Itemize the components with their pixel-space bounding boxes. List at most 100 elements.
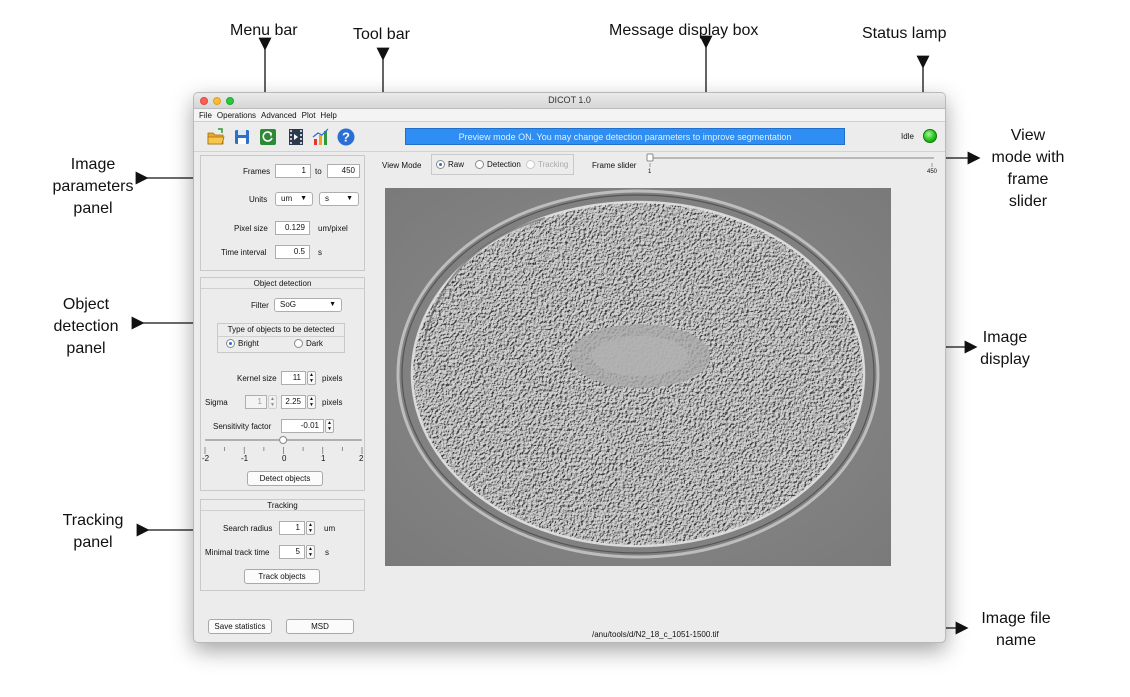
save-statistics-button[interactable]: Save statistics bbox=[208, 619, 272, 634]
pixel-size-field[interactable]: 0.129 bbox=[275, 221, 310, 235]
detect-objects-button[interactable]: Detect objects bbox=[247, 471, 323, 486]
image-display[interactable] bbox=[385, 188, 891, 566]
menu-plot[interactable]: Plot bbox=[302, 111, 316, 120]
frame-slider[interactable] bbox=[646, 153, 938, 169]
image-params-annotation: Image parameters panel bbox=[52, 156, 134, 217]
frame-slider-label: Frame slider bbox=[592, 161, 637, 170]
sigma-disabled-stepper: ▲ ▼ bbox=[268, 395, 277, 409]
tick-label: 0 bbox=[282, 454, 287, 463]
chevron-down-icon: ▼ bbox=[300, 195, 307, 202]
frames-to-field[interactable]: 450 bbox=[327, 164, 360, 178]
menu-help[interactable]: Help bbox=[320, 111, 336, 120]
app-window: DICOT 1.0 File Operations Advanced Plot … bbox=[193, 92, 946, 643]
to-label: to bbox=[315, 167, 322, 176]
tool-bar-annotation: Tool bar bbox=[353, 26, 410, 43]
time-interval-unit: s bbox=[318, 248, 322, 257]
frames-from-field[interactable]: 1 bbox=[275, 164, 311, 178]
bright-radio[interactable]: Bright bbox=[226, 339, 259, 348]
status-lamp-annotation: Status lamp bbox=[862, 25, 947, 42]
object-type-group: Type of objects to be detected Bright Da… bbox=[217, 323, 345, 353]
min-track-field[interactable]: 5 bbox=[279, 545, 305, 559]
status-label: Idle bbox=[901, 132, 914, 141]
status-lamp bbox=[923, 129, 937, 143]
image-parameters-panel: Frames 1 to 450 Units um ▼ s ▼ Pixel size … bbox=[200, 155, 365, 271]
object-detection-annotation: Object detection panel bbox=[53, 296, 119, 357]
track-objects-button[interactable]: Track objects bbox=[244, 569, 320, 584]
units-label: Units bbox=[249, 195, 268, 204]
tick-label: -2 bbox=[202, 454, 210, 463]
menu-file[interactable]: File bbox=[199, 111, 212, 120]
tick-label: 2 bbox=[359, 454, 364, 463]
embryo-microscopy-image bbox=[385, 188, 891, 566]
kernel-size-label: Kernel size bbox=[237, 374, 277, 383]
image-file-name: /anu/tools/d/N2_18_c_1051-1500.tif bbox=[592, 630, 719, 639]
frames-label: Frames bbox=[243, 167, 271, 176]
view-mode-annotation: View mode with frame slider bbox=[991, 127, 1065, 210]
slider-tick-labels: -2 -1 0 1 2 bbox=[201, 454, 366, 464]
search-radius-label: Search radius bbox=[223, 524, 273, 533]
object-detection-panel: Object detection Filter SoG ▼ Type of obj… bbox=[200, 277, 365, 491]
time-interval-field[interactable]: 0.5 bbox=[275, 245, 310, 259]
sensitivity-field[interactable]: -0.01 bbox=[281, 419, 324, 433]
frame-slider-thumb[interactable] bbox=[646, 153, 654, 162]
raw-radio[interactable]: Raw bbox=[436, 160, 464, 169]
object-detection-title: Object detection bbox=[253, 279, 312, 288]
window-title: DICOT 1.0 bbox=[548, 95, 591, 105]
tool-bar: ? Preview mode ON. You may change detect… bbox=[194, 122, 945, 152]
message-box-annotation: Message display box bbox=[609, 22, 759, 39]
menu-advanced[interactable]: Advanced bbox=[261, 111, 297, 120]
tick-label: 1 bbox=[321, 454, 326, 463]
min-track-unit: s bbox=[325, 548, 329, 557]
dark-radio[interactable]: Dark bbox=[294, 339, 323, 348]
sensitivity-label: Sensitivity factor bbox=[213, 422, 272, 431]
frame-slider-max: 450 bbox=[927, 169, 938, 175]
sigma-unit-label: pixels bbox=[322, 398, 343, 407]
filter-dropdown[interactable]: SoG ▼ bbox=[274, 298, 342, 312]
sigma-label: Sigma bbox=[205, 398, 228, 407]
tracking-panel: Tracking Search radius 1 ▲ ▼ um Minimal t… bbox=[200, 499, 365, 591]
view-mode-label: View Mode bbox=[382, 161, 422, 170]
tick-label: -1 bbox=[241, 454, 249, 463]
save-icon[interactable] bbox=[232, 127, 252, 147]
title-bar: DICOT 1.0 bbox=[194, 93, 945, 109]
filter-label: Filter bbox=[251, 301, 269, 310]
menu-bar-annotation: Menu bar bbox=[230, 22, 298, 39]
min-track-stepper[interactable]: ▲ ▼ bbox=[306, 545, 315, 559]
chevron-down-icon: ▼ bbox=[329, 301, 336, 308]
tracking-radio: Tracking bbox=[526, 160, 568, 169]
sigma-disabled-field: 1 bbox=[245, 395, 267, 409]
kernel-size-stepper[interactable]: ▲ ▼ bbox=[307, 371, 316, 385]
kernel-unit-label: pixels bbox=[322, 374, 343, 383]
detection-radio[interactable]: Detection bbox=[475, 160, 521, 169]
search-radius-unit: um bbox=[324, 524, 336, 533]
time-unit-dropdown[interactable]: s ▼ bbox=[319, 192, 359, 206]
min-track-label: Minimal track time bbox=[205, 548, 270, 557]
sensitivity-stepper[interactable]: ▲ ▼ bbox=[325, 419, 334, 433]
pixel-unit-label: um/pixel bbox=[318, 224, 348, 233]
open-folder-icon[interactable] bbox=[206, 127, 226, 147]
msd-button[interactable]: MSD bbox=[286, 619, 354, 634]
slider-thumb[interactable] bbox=[279, 436, 288, 444]
file-name-annotation: Image file name bbox=[981, 610, 1051, 649]
search-radius-field[interactable]: 1 bbox=[279, 521, 305, 535]
sigma-field[interactable]: 2.25 bbox=[281, 395, 306, 409]
frame-slider-min: 1 bbox=[648, 169, 652, 175]
sigma-stepper[interactable]: ▲ ▼ bbox=[307, 395, 316, 409]
chevron-down-icon: ▼ bbox=[346, 195, 353, 202]
pixel-size-label: Pixel size bbox=[234, 224, 268, 233]
object-type-title: Type of objects to be detected bbox=[227, 325, 335, 334]
message-display-box: Preview mode ON. You may change detectio… bbox=[405, 128, 845, 145]
view-mode-group: Raw Detection Tracking bbox=[431, 154, 574, 175]
time-interval-label: Time interval bbox=[221, 248, 267, 257]
menu-operations[interactable]: Operations bbox=[217, 111, 256, 120]
help-icon[interactable]: ? bbox=[336, 127, 356, 147]
kernel-size-field[interactable]: 11 bbox=[281, 371, 306, 385]
refresh-icon[interactable] bbox=[258, 127, 278, 147]
tracking-title: Tracking bbox=[267, 501, 298, 510]
movie-icon[interactable] bbox=[286, 127, 306, 147]
chart-icon[interactable] bbox=[311, 127, 331, 147]
menu-bar: File Operations Advanced Plot Help bbox=[194, 109, 945, 122]
search-radius-stepper[interactable]: ▲ ▼ bbox=[306, 521, 315, 535]
svg-text:?: ? bbox=[342, 130, 350, 145]
space-unit-dropdown[interactable]: um ▼ bbox=[275, 192, 313, 206]
